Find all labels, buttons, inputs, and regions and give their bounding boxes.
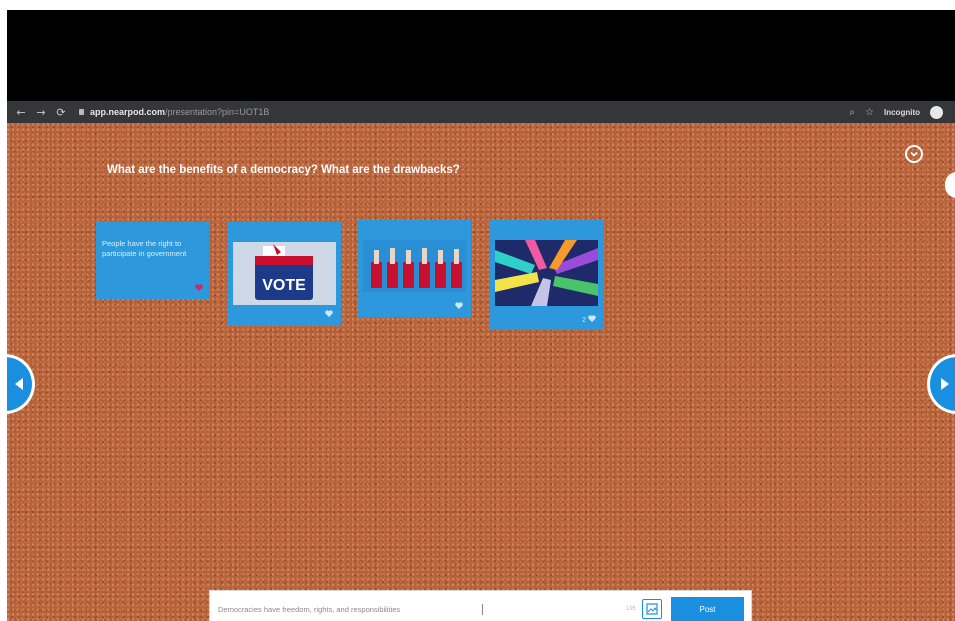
post-card[interactable]: VOTE bbox=[228, 222, 341, 325]
text-cursor bbox=[482, 603, 483, 615]
lock-icon bbox=[79, 109, 84, 115]
zoom-icon[interactable]: ⌕ bbox=[849, 107, 855, 118]
character-count: 195 bbox=[625, 606, 636, 612]
raised-hands-image bbox=[363, 240, 466, 292]
post-card[interactable]: 2 bbox=[490, 220, 604, 330]
address-bar[interactable]: app.nearpod.com /presentation?pin=UOT1B bbox=[79, 107, 269, 117]
post-button[interactable]: Post bbox=[671, 597, 744, 621]
colorful-hands-image bbox=[495, 240, 598, 306]
heart-icon[interactable] bbox=[195, 284, 203, 291]
post-text: People have the right to participate in … bbox=[102, 239, 187, 258]
collapse-toggle-icon[interactable] bbox=[905, 145, 923, 163]
side-panel-tab[interactable] bbox=[945, 172, 955, 198]
vote-label: VOTE bbox=[262, 277, 306, 294]
arrow-right-icon bbox=[940, 378, 949, 390]
browser-toolbar: ← → ⟳ app.nearpod.com /presentation?pin=… bbox=[7, 101, 955, 123]
next-slide-button[interactable] bbox=[927, 354, 955, 414]
url-host: app.nearpod.com bbox=[90, 107, 166, 117]
collaborate-board: What are the benefits of a democracy? Wh… bbox=[7, 123, 955, 621]
reload-icon[interactable]: ⟳ bbox=[51, 106, 71, 119]
arrow-left-icon bbox=[14, 378, 23, 390]
heart-icon[interactable] bbox=[455, 302, 463, 309]
screen-frame: ← → ⟳ app.nearpod.com /presentation?pin=… bbox=[7, 10, 955, 621]
back-icon[interactable]: ← bbox=[11, 106, 31, 119]
board-question: What are the benefits of a democracy? Wh… bbox=[107, 164, 460, 176]
like-count: 2 bbox=[582, 317, 586, 324]
forward-icon[interactable]: → bbox=[31, 106, 51, 119]
post-card[interactable] bbox=[358, 220, 471, 317]
vote-ballot-box-image: VOTE bbox=[233, 242, 336, 305]
compose-bar: 195 Post bbox=[209, 590, 752, 621]
heart-icon[interactable] bbox=[325, 310, 333, 317]
browser-right-tools: ⌕ ☆ Incognito bbox=[849, 105, 955, 119]
letterbox-bar bbox=[7, 10, 955, 101]
previous-slide-button[interactable] bbox=[7, 354, 35, 414]
post-card[interactable]: People have the right to participate in … bbox=[96, 222, 209, 299]
star-icon[interactable]: ☆ bbox=[865, 107, 874, 118]
url-path: /presentation?pin=UOT1B bbox=[165, 107, 270, 117]
image-upload-icon[interactable] bbox=[642, 599, 662, 619]
avatar[interactable] bbox=[930, 105, 943, 119]
post-text-input[interactable] bbox=[218, 604, 468, 614]
profile-label[interactable]: Incognito bbox=[884, 108, 920, 117]
heart-icon[interactable] bbox=[588, 315, 596, 322]
